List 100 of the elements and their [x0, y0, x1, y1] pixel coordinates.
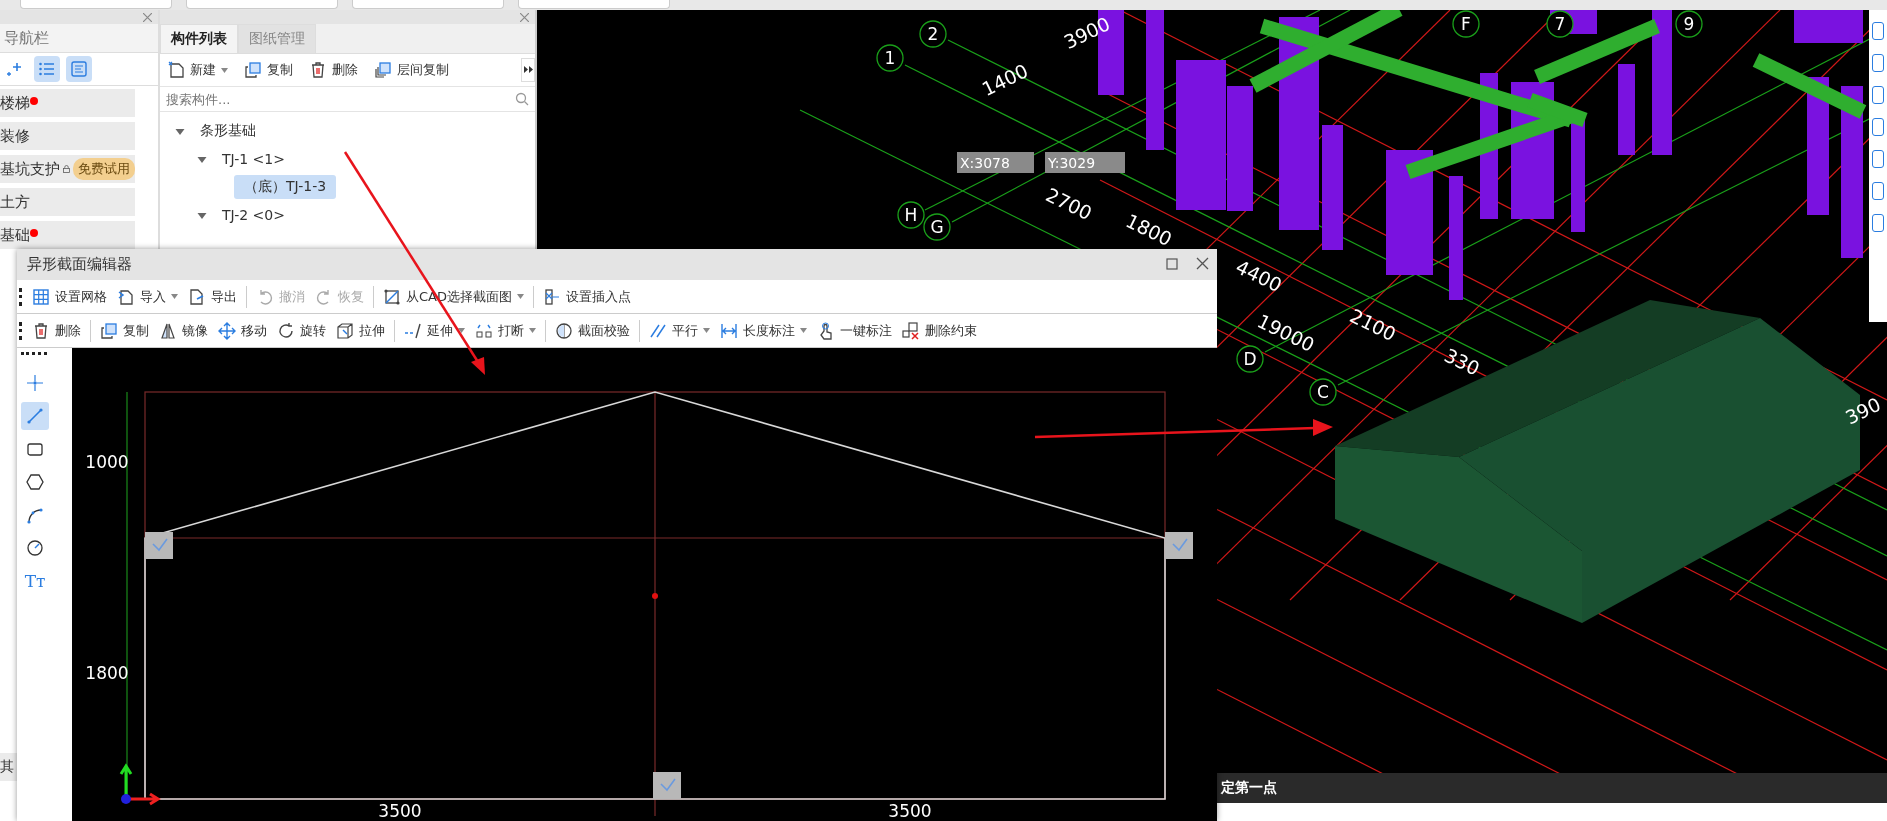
- move-arrows-button[interactable]: 移动: [215, 319, 270, 342]
- coordinate-readout: X:3078: [957, 152, 1034, 173]
- axis-bubble: F: [1452, 10, 1480, 38]
- document-arrow-button[interactable]: 导入: [114, 285, 181, 308]
- nav-item[interactable]: 基坑支护 免费试用: [0, 155, 135, 183]
- copy-button[interactable]: 复制: [241, 59, 296, 81]
- view-tool-icon[interactable]: [1872, 118, 1884, 136]
- grid-button[interactable]: 设置网格: [29, 285, 110, 308]
- axis-bubble: H: [897, 201, 925, 229]
- more-button[interactable]: [521, 58, 535, 82]
- mirror-triangle-icon: [159, 321, 177, 340]
- copy-button[interactable]: 层间复制: [371, 59, 452, 81]
- expand-caret-icon[interactable]: [196, 210, 208, 220]
- copy-button[interactable]: 复制: [97, 319, 152, 342]
- view-tool-icon[interactable]: [1872, 182, 1884, 200]
- column: [1794, 10, 1863, 43]
- pointing-hand-button[interactable]: 一键标注: [814, 319, 895, 342]
- rotate-icon: [277, 321, 295, 340]
- axis-bubble: 7: [1546, 10, 1574, 38]
- trash-button[interactable]: 删除: [306, 59, 361, 81]
- document-list-icon: [70, 60, 88, 78]
- dimension-label: 1800: [85, 663, 129, 683]
- view-tool-icon[interactable]: [1872, 214, 1884, 232]
- nav-item[interactable]: 土方: [0, 188, 135, 216]
- break-squares-button[interactable]: 打断: [472, 319, 539, 342]
- move-arrows-icon: [218, 321, 236, 340]
- constraint-handle-icon[interactable]: [653, 772, 681, 799]
- section-check-button[interactable]: 截面校验: [552, 319, 633, 342]
- parallel-lines-button[interactable]: 平行: [646, 319, 713, 342]
- nav-item-label: 楼梯: [0, 93, 30, 113]
- extend-line-button[interactable]: 延伸: [401, 319, 468, 342]
- toolbar-field[interactable]: [20, 0, 172, 9]
- nav-item-label: 装修: [0, 126, 30, 146]
- xy-axis-icon: [119, 763, 161, 806]
- copy-icon: [100, 321, 118, 340]
- document-arrow-icon: [117, 287, 135, 306]
- selection-frame-icon: [383, 287, 401, 306]
- mirror-triangle-button[interactable]: 镜像: [156, 319, 211, 342]
- nav-item[interactable]: 装修: [0, 122, 135, 150]
- toolbar-field[interactable]: [518, 0, 670, 9]
- dialog-title: 异形截面编辑器: [27, 255, 133, 274]
- dimension-label: 1000: [85, 452, 129, 472]
- dimension-label: 1800: [1122, 209, 1176, 251]
- dimension-label: 390: [1841, 392, 1885, 429]
- line-tool-button[interactable]: [21, 402, 49, 430]
- circle-icon: [26, 539, 44, 557]
- hexagon-icon: [26, 473, 44, 491]
- nav-item-label: 土方: [0, 192, 30, 212]
- tree-item[interactable]: （底）TJ-1-3: [234, 175, 337, 199]
- list-icon: [38, 60, 56, 78]
- view-toggle-button[interactable]: [66, 56, 92, 82]
- new-document-button[interactable]: 新建: [164, 59, 231, 81]
- dimension-icon: [720, 321, 738, 340]
- toolbar-field[interactable]: [352, 0, 504, 9]
- rectangle-icon: [26, 440, 44, 458]
- section-check-icon: [555, 321, 573, 340]
- tree-item[interactable]: TJ-2 <0>: [212, 204, 295, 226]
- panel-title: 导航栏: [0, 24, 158, 53]
- view-toggle-button[interactable]: [34, 56, 60, 82]
- double-arrow-icon: [523, 66, 533, 73]
- copy-icon: [374, 61, 392, 79]
- dimension-label: 2700: [1042, 183, 1096, 225]
- close-icon[interactable]: [143, 12, 152, 22]
- dimension-button[interactable]: 长度标注: [717, 319, 810, 342]
- view-tool-icon[interactable]: [1872, 54, 1884, 72]
- sparkle-plus-icon: [6, 60, 24, 78]
- search-icon: [515, 92, 529, 106]
- axis-bubble: C: [1309, 378, 1337, 406]
- view-tool-icon[interactable]: [1872, 22, 1884, 40]
- crosshair-icon: [26, 374, 44, 392]
- panel-tab[interactable]: 构件列表: [160, 24, 238, 53]
- view-tool-icon[interactable]: [1872, 86, 1884, 104]
- search-field[interactable]: 搜索构件...: [164, 90, 515, 108]
- toolbar-field[interactable]: [186, 0, 338, 9]
- insert-point-icon: [543, 287, 561, 306]
- text-tool-button[interactable]: Tт: [21, 567, 49, 595]
- expand-caret-icon[interactable]: [174, 126, 186, 136]
- insert-point-button[interactable]: 设置插入点: [540, 285, 634, 308]
- dimension-label: 2100: [1346, 304, 1400, 346]
- rotate-button[interactable]: 旋转: [274, 319, 329, 342]
- axis-bubble: 2: [919, 20, 947, 48]
- tree-item[interactable]: 条形基础: [190, 119, 266, 143]
- trash-icon: [32, 321, 50, 340]
- axis-bubble: 1: [876, 44, 904, 72]
- nav-item[interactable]: 基础: [0, 221, 135, 249]
- coordinate-readout: Y:3029: [1045, 152, 1125, 173]
- extend-line-icon: [404, 321, 422, 340]
- trash-button[interactable]: 删除: [29, 319, 84, 342]
- nav-item[interactable]: 楼梯: [0, 89, 135, 117]
- view-tool-icon[interactable]: [1872, 150, 1884, 168]
- constraint-handle-icon[interactable]: [1165, 532, 1193, 559]
- close-icon[interactable]: [520, 12, 529, 22]
- tree-item[interactable]: TJ-1 <1>: [212, 148, 295, 170]
- expand-caret-icon[interactable]: [196, 154, 208, 164]
- dimension-label: 4400: [1232, 255, 1286, 297]
- constraint-delete-button[interactable]: 删除约束: [899, 319, 980, 342]
- stretch-box-button[interactable]: 拉伸: [333, 319, 388, 342]
- document-arrow-button[interactable]: 导出: [185, 285, 240, 308]
- constraint-handle-icon[interactable]: [145, 532, 173, 559]
- trial-badge[interactable]: 免费试用: [73, 158, 135, 180]
